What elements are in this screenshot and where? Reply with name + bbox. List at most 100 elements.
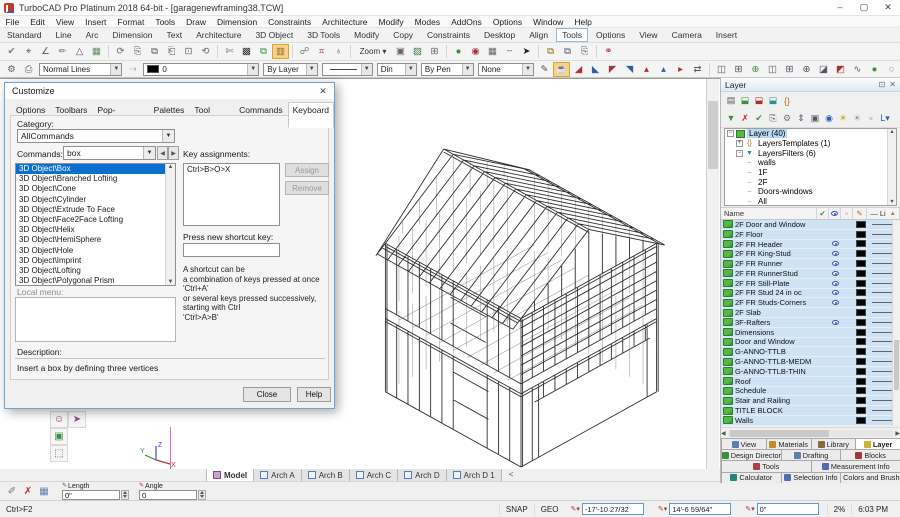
grid-small-icon[interactable]: ▦ [484, 44, 501, 59]
toolbar-tab-dimension[interactable]: Dimension [106, 28, 158, 42]
eye-cell[interactable] [829, 261, 841, 267]
layer-row-2f-fr-still-plate[interactable]: 2F FR Still-Plate [721, 279, 900, 289]
palette-tab-blocks[interactable]: Blocks [840, 449, 900, 461]
eye-cell[interactable] [829, 319, 841, 325]
copy-layer-icon[interactable]: ⎘ [766, 111, 780, 125]
toolbar-tab-constraints[interactable]: Constraints [421, 28, 476, 42]
commands-combo[interactable]: box ▼ [63, 146, 156, 160]
canvas-vertical-scrollbar[interactable] [706, 79, 719, 469]
layer-green-icon[interactable]: ⬓ [738, 94, 752, 108]
close-button[interactable]: ✕ [876, 0, 900, 15]
tree-item-doors-windows[interactable]: – Doors-windows [725, 187, 896, 197]
command-item[interactable]: 3D Object\Hole [16, 246, 175, 256]
menu-view[interactable]: View [50, 16, 79, 28]
menu-edit[interactable]: Edit [25, 16, 51, 28]
dialog-tab-keyboard[interactable]: Keyboard [287, 102, 334, 128]
shortcut-input[interactable] [183, 243, 280, 257]
layer-color-swatch[interactable] [856, 387, 866, 395]
commands-list[interactable]: 3D Object\Box 3D Object\Branched Lofting 3… [15, 163, 176, 286]
chevron-down-icon[interactable]: ▼ [521, 63, 533, 75]
format-combo[interactable]: Din ▼ [376, 62, 417, 76]
select-check-icon[interactable]: ▣ [50, 428, 68, 445]
pin-icon[interactable]: ⊡ [879, 80, 886, 89]
tree-expander-icon[interactable]: − [736, 149, 743, 157]
layer-row-g-anno-ttlb[interactable]: G-ANNO-TTLB [721, 347, 900, 358]
folder-a-icon[interactable]: ⧉ [542, 44, 559, 59]
chevron-down-icon[interactable]: ▼ [461, 63, 473, 75]
runner-tool-icon[interactable]: ✄ [221, 44, 238, 59]
chevron-down-icon[interactable]: ▼ [162, 130, 174, 142]
toolbar-tab-copy[interactable]: Copy [387, 28, 419, 42]
dash-tool-icon[interactable]: ╌ [501, 44, 518, 59]
column-visible-check-icon[interactable]: ✔ [817, 208, 829, 219]
dialog-title-bar[interactable]: Customize ✕ [5, 83, 334, 99]
command-item[interactable]: 3D Object\Branched Lofting [16, 174, 175, 184]
eye-icon[interactable] [831, 261, 839, 267]
viewport-grid-icon[interactable]: ⊞ [781, 62, 798, 77]
command-item[interactable]: 3D Object\Cone [16, 184, 175, 194]
network-tool-icon[interactable]: ♁ [330, 44, 347, 59]
menu-window[interactable]: Window [528, 16, 569, 28]
eye-icon[interactable] [831, 300, 839, 306]
snap-toggle[interactable]: SNAP [498, 503, 534, 515]
snap-quad-icon[interactable]: ◥ [621, 62, 638, 77]
bulb-on-icon[interactable]: ☀ [836, 111, 850, 125]
toolbar-tab-standard[interactable]: Standard [1, 28, 48, 42]
dialog-close-icon[interactable]: ✕ [312, 86, 334, 97]
layer-color-swatch[interactable] [856, 240, 866, 248]
layer-list-icon[interactable]: L▾ [878, 111, 892, 125]
snap-arc-icon[interactable]: ◤ [604, 62, 621, 77]
cup-render-icon[interactable]: ☕ [552, 61, 570, 77]
sketch-tool-icon[interactable]: ✏ [54, 44, 71, 59]
command-item[interactable]: 3D Object\Polygonal Prism [16, 276, 175, 285]
render-scene-icon[interactable]: ▨ [409, 44, 426, 59]
eye-cell[interactable] [829, 241, 841, 247]
snap-d-icon[interactable]: ⇄ [689, 62, 706, 77]
palette-tab-materials[interactable]: Materials [765, 438, 812, 450]
select-node-icon[interactable]: ⌖ [20, 44, 37, 59]
tree-item-layerstemplates-1-[interactable]: + {} LayersTemplates (1) [725, 139, 896, 149]
command-item[interactable]: 3D Object\Face2Face Lofting [16, 215, 175, 225]
snap-c-icon[interactable]: ▸ [672, 62, 689, 77]
toolbar-tab-insert[interactable]: Insert [710, 28, 743, 42]
palette-tab-calculator[interactable]: Calculator [721, 471, 782, 483]
layer-row-stair-and-railing[interactable]: Stair and Railing [721, 396, 900, 407]
cursor-black-icon[interactable]: ➤ [518, 44, 535, 59]
sheet-tab-model[interactable]: Model [206, 468, 255, 481]
toolbar-tab-arc[interactable]: Arc [80, 28, 105, 42]
grid-dark-icon[interactable]: ▩ [238, 44, 255, 59]
cancel-icon[interactable]: ✗ [20, 484, 36, 499]
eye-icon[interactable] [831, 251, 839, 257]
snap-vertex-icon[interactable]: ◢ [570, 62, 587, 77]
x-coordinate-field[interactable]: -17'-10 27/32 [581, 503, 644, 515]
braces-icon[interactable]: {} [780, 94, 794, 108]
palette-tab-colors-and-brushes[interactable]: Colors and Brushes [840, 471, 900, 483]
lock-layer-icon[interactable]: ▫ [864, 111, 878, 125]
minimize-button[interactable]: – [828, 0, 852, 15]
tree-item-walls[interactable]: – walls [725, 158, 896, 168]
sheet-tab-arch-b[interactable]: Arch B [300, 468, 350, 481]
menu-dimension[interactable]: Dimension [212, 16, 263, 28]
layer-row-2f-slab[interactable]: 2F Slab [721, 308, 900, 318]
zoom-dropdown-icon[interactable]: Zoom ▾ [354, 44, 392, 59]
ring-open-icon[interactable]: ○ [883, 62, 900, 77]
sheet-tab-arch-a[interactable]: Arch A [253, 468, 302, 481]
key-assignment-item[interactable]: Ctrl>B>O>X [187, 165, 230, 174]
eye-icon[interactable] [831, 270, 839, 276]
pen-width-combo[interactable]: 0 ▼ [143, 62, 260, 76]
sheet-tab-arch-d[interactable]: Arch D [397, 468, 447, 481]
geo-toggle[interactable]: GEO [533, 503, 565, 515]
command-item[interactable]: 3D Object\Box [16, 164, 175, 175]
marquee-icon[interactable]: ⬚ [50, 445, 68, 462]
snap-b-icon[interactable]: ▴ [655, 62, 672, 77]
render-person-icon[interactable]: ☺ [50, 411, 68, 428]
chevron-down-icon[interactable]: ▼ [143, 147, 155, 159]
ball-green-icon[interactable]: ● [866, 62, 883, 77]
menu-insert[interactable]: Insert [80, 16, 112, 28]
sheet-scroll-left-icon[interactable]: < [509, 470, 514, 479]
layer-color-swatch[interactable] [856, 358, 866, 366]
sphere-green-icon[interactable]: ● [450, 44, 467, 59]
by-layer-combo[interactable]: By Layer ▼ [263, 62, 318, 76]
palette-tab-measurement-info[interactable]: Measurement Info [810, 460, 900, 472]
key-assignments-list[interactable]: Ctrl>B>O>X [183, 163, 280, 226]
